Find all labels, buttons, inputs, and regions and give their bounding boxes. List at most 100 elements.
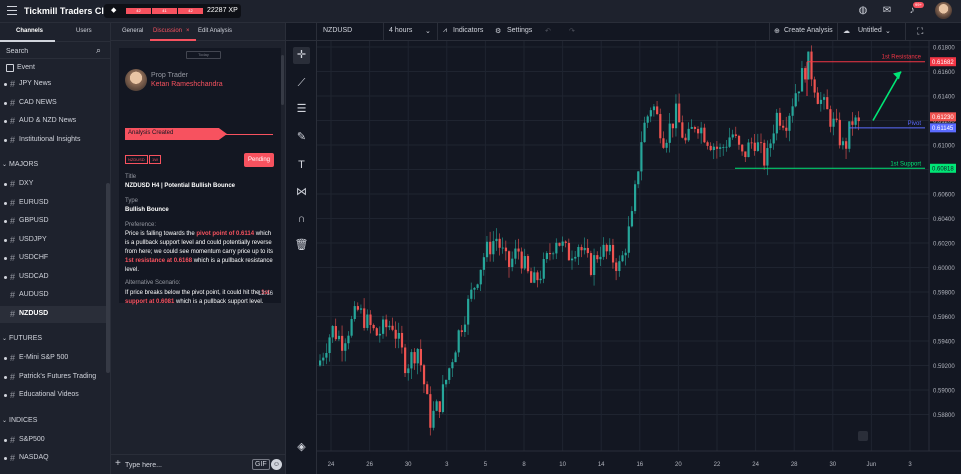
settings-button[interactable]: Settings <box>507 27 532 34</box>
camera-icon[interactable] <box>858 431 868 441</box>
close-icon[interactable]: × <box>186 28 190 34</box>
sidebar-item-usdjpy[interactable]: # USDJPY <box>0 232 106 249</box>
candle-body <box>621 255 624 262</box>
sidebar-item-e-mini-s-p-500[interactable]: # E-Mini S&P 500 <box>0 350 106 367</box>
sidebar-item-aud-nzd-news[interactable]: # AUD & NZD News <box>0 113 106 130</box>
candle-body <box>319 360 322 366</box>
last-price-label: 0.61230 <box>932 115 954 121</box>
hash-icon: # <box>10 134 16 145</box>
channel-search: ⌕ <box>0 42 110 59</box>
candle-body <box>737 135 741 145</box>
menu-icon[interactable] <box>7 6 17 16</box>
trash-icon[interactable]: 🗑 <box>293 237 310 254</box>
redo-icon[interactable]: ↷ <box>569 27 575 35</box>
candle-body <box>359 308 363 310</box>
candle-body <box>826 97 829 110</box>
channel-group[interactable]: ⌄ MAJORS <box>0 158 106 174</box>
user-avatar[interactable] <box>935 2 952 19</box>
interval-selector[interactable]: 4 hours <box>389 27 412 34</box>
x-tick-label: 24 <box>328 462 335 468</box>
candle-body <box>766 148 769 166</box>
chevron-down-icon[interactable]: ⌄ <box>425 27 431 35</box>
sidebar-item-jpy-news[interactable]: # JPY News <box>0 76 106 93</box>
crosshair-icon[interactable]: ✛ <box>293 47 310 64</box>
tab-users[interactable]: Users <box>76 28 92 34</box>
x-tick-label: 5 <box>484 462 488 468</box>
candle-body <box>804 68 807 80</box>
candle-body <box>662 138 665 148</box>
search-input[interactable] <box>6 46 91 56</box>
candle-body <box>649 110 652 117</box>
undo-icon[interactable]: ↶ <box>545 27 551 35</box>
horizontal-lines-icon[interactable]: ☰ <box>293 101 310 118</box>
tab-general[interactable]: General <box>122 28 143 34</box>
globe-icon[interactable]: ◍ <box>857 5 869 17</box>
sidebar-scrollbar[interactable] <box>106 183 110 373</box>
app-title: Tickmill Traders Club <box>24 6 115 16</box>
tab-discussion[interactable]: Discussion <box>153 28 182 34</box>
sidebar-item-usdcad[interactable]: # USDCAD <box>0 269 106 286</box>
message-input[interactable] <box>125 459 245 471</box>
sidebar-item-nzdusd[interactable]: # NZDUSD <box>0 305 106 323</box>
channel-group[interactable]: ⌄ INDICES <box>0 414 106 430</box>
candle-body <box>791 106 794 116</box>
candle-body <box>829 109 832 127</box>
symbol-selector[interactable]: NZDUSD <box>323 27 352 34</box>
xp-level: 41 <box>152 8 177 14</box>
brush-icon[interactable]: ✎ <box>293 129 310 146</box>
y-tick-label: 0.61400 <box>933 95 955 101</box>
search-icon[interactable]: ⌕ <box>96 45 101 56</box>
candle-body <box>731 134 734 138</box>
unread-dot <box>4 238 7 242</box>
mail-icon[interactable]: ✉ <box>881 5 893 17</box>
tab-channels[interactable]: Channels <box>16 28 43 34</box>
preference-text: Price is falling towards the pivot point… <box>125 231 274 273</box>
x-tick-label: 28 <box>791 462 798 468</box>
x-tick-label: 30 <box>405 462 412 468</box>
pattern-icon[interactable]: ⋈ <box>293 184 310 201</box>
candle-body <box>778 112 782 126</box>
x-tick-label: 10 <box>559 462 566 468</box>
hash-icon: # <box>10 216 16 226</box>
candle-body <box>375 328 378 336</box>
sidebar-item-s-p500[interactable]: # S&P500 <box>0 432 106 449</box>
candle-body <box>555 242 558 254</box>
candle-body <box>467 298 470 325</box>
sidebar-item-institutional-insights[interactable]: # Institutional Insights <box>0 132 106 149</box>
plus-icon[interactable]: + <box>115 458 121 469</box>
create-analysis-button[interactable]: Create Analysis <box>784 27 833 34</box>
event-link[interactable]: Event <box>0 62 110 76</box>
analysis-title: NZDUSD H4 | Potential Bullish Bounce <box>125 183 236 189</box>
layers-icon[interactable]: ◈ <box>293 439 310 456</box>
candle-body <box>586 247 589 254</box>
author-name[interactable]: Ketan Rameshchandra <box>151 81 223 88</box>
hash-icon: # <box>10 97 16 108</box>
sidebar-item-nasdaq[interactable]: # NASDAQ <box>0 450 106 467</box>
xp-level: 42 <box>126 8 151 14</box>
sidebar-item-cad-news[interactable]: # CAD NEWS <box>0 95 106 112</box>
sidebar-item-dxy[interactable]: # DXY <box>0 176 106 193</box>
layout-name[interactable]: Untitled <box>858 27 882 34</box>
level-label: 1st Support <box>890 161 921 167</box>
sidebar-item-usdchf[interactable]: # USDCHF <box>0 250 106 267</box>
sidebar-item-eurusd[interactable]: # EURUSD <box>0 195 106 212</box>
sidebar-item-gbpusd[interactable]: # GBPUSD <box>0 213 106 230</box>
sidebar-item-audusd[interactable]: # AUDUSD <box>0 287 106 304</box>
tab-edit-analysis[interactable]: Edit Analysis <box>198 28 232 34</box>
indicators-button[interactable]: Indicators <box>453 27 483 34</box>
fullscreen-icon[interactable]: ⛶ <box>917 26 923 37</box>
sidebar-item-patrick-s-futures-trading[interactable]: # Patrick's Futures Trading <box>0 369 106 386</box>
chevron-down-icon[interactable]: ⌄ <box>885 27 891 35</box>
emoji-icon[interactable]: ☺ <box>271 459 282 470</box>
price-chart[interactable]: 0.618000.616000.614000.612000.610000.608… <box>317 41 961 474</box>
trendline-icon[interactable]: ⟋ <box>293 75 310 92</box>
panel-scrollbar[interactable] <box>281 55 284 105</box>
text-icon[interactable]: T <box>293 157 310 174</box>
magnet-icon[interactable]: ∩ <box>293 211 310 228</box>
candlestick-chart[interactable]: 0.618000.616000.614000.612000.610000.608… <box>317 41 961 474</box>
channel-label: Institutional Insights <box>19 135 81 143</box>
channel-group[interactable]: ⌄ FUTURES <box>0 332 106 348</box>
sidebar-item-educational-videos[interactable]: # Educational Videos <box>0 387 106 404</box>
gif-button[interactable]: GIF <box>252 459 270 470</box>
y-tick-label: 0.59600 <box>933 315 955 321</box>
